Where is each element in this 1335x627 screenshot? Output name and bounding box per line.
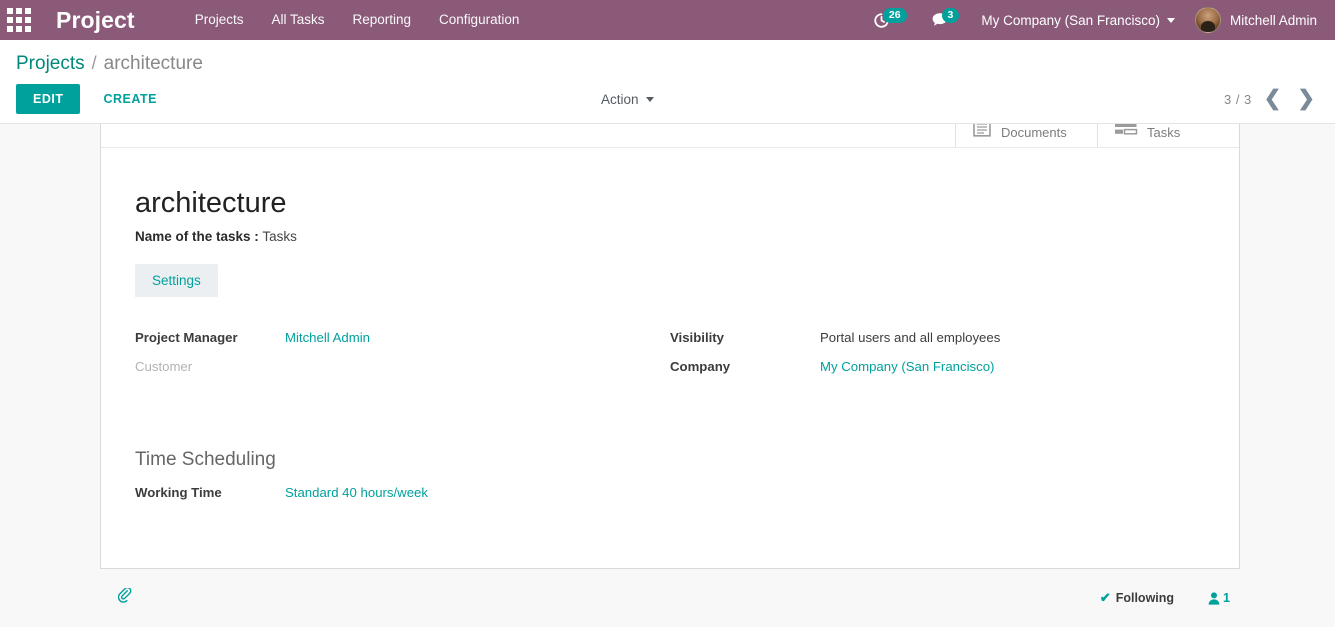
breadcrumb-item-projects[interactable]: Projects xyxy=(16,53,85,75)
stat-button-row: 0 Documents 0 Tasks xyxy=(101,124,1239,148)
chevron-down-icon xyxy=(1166,17,1175,23)
field-group-scheduling: Working Time Standard 40 hours/week xyxy=(135,483,1205,503)
field-group: Project Manager Mitchell Admin Visibilit… xyxy=(135,328,1205,377)
control-panel: Projects / architecture EDIT CREATE Acti… xyxy=(0,40,1335,124)
followers-button[interactable]: 1 xyxy=(1208,591,1230,605)
chevron-left-icon[interactable]: ❮ xyxy=(1260,88,1286,109)
menu-item-configuration[interactable]: Configuration xyxy=(425,0,533,40)
user-icon xyxy=(1208,591,1220,605)
stat-button-documents-text: 0 Documents xyxy=(1001,124,1067,140)
task-name-value: Tasks xyxy=(262,229,297,244)
followers-count: 1 xyxy=(1223,591,1230,605)
messaging-menu-button[interactable]: 3 xyxy=(919,0,972,40)
field-value-project-manager[interactable]: Mitchell Admin xyxy=(285,328,670,348)
activity-count-badge: 26 xyxy=(882,7,907,23)
section-title-time-scheduling: Time Scheduling xyxy=(135,449,276,470)
form-sheet-body: architecture Name of the tasks : Tasks S… xyxy=(101,148,1239,568)
paperclip-icon[interactable] xyxy=(117,586,132,608)
form-view: 0 Documents 0 Tasks architectur xyxy=(0,124,1335,621)
company-switcher-label: My Company (San Francisco) xyxy=(981,12,1160,28)
company-switcher[interactable]: My Company (San Francisco) xyxy=(971,0,1185,40)
stat-button-tasks[interactable]: 0 Tasks xyxy=(1097,124,1239,147)
following-toggle[interactable]: ✔ Following xyxy=(1100,590,1174,606)
chatter-topbar: ✔ Following 1 xyxy=(100,582,1240,608)
page-title: architecture xyxy=(135,187,287,219)
chevron-right-icon[interactable]: ❯ xyxy=(1293,88,1319,109)
pager: 3 / 3 ❮ ❯ xyxy=(1223,88,1319,109)
field-value-working-time[interactable]: Standard 40 hours/week xyxy=(285,483,1205,503)
tasks-list-icon xyxy=(1115,124,1138,135)
main-menu: Projects All Tasks Reporting Configurati… xyxy=(181,0,534,40)
edit-button[interactable]: EDIT xyxy=(16,84,81,114)
action-menu[interactable]: Action xyxy=(601,92,654,107)
apps-menu-button[interactable] xyxy=(0,0,38,40)
field-label-customer: Customer xyxy=(135,359,193,374)
field-value-company[interactable]: My Company (San Francisco) xyxy=(820,357,1205,377)
chatter-followers-area: ✔ Following 1 xyxy=(1100,590,1230,606)
stat-button-documents[interactable]: 0 Documents xyxy=(955,124,1097,147)
action-menu-label: Action xyxy=(601,91,639,107)
task-name-label: Name of the tasks : xyxy=(135,229,259,244)
pager-value: 3 / 3 xyxy=(1223,91,1252,107)
user-menu-label: Mitchell Admin xyxy=(1229,12,1317,28)
field-label-company: Company xyxy=(670,359,731,374)
tab-settings[interactable]: Settings xyxy=(135,264,218,297)
field-label-project-manager: Project Manager xyxy=(135,330,238,345)
field-value-customer[interactable] xyxy=(285,357,670,377)
stat-documents-label: Documents xyxy=(1001,124,1067,140)
breadcrumb: Projects / architecture xyxy=(16,40,1319,75)
user-menu[interactable]: Mitchell Admin xyxy=(1185,0,1327,40)
field-label-working-time: Working Time xyxy=(135,485,222,500)
breadcrumb-item-current: architecture xyxy=(103,53,203,74)
activity-menu-button[interactable]: 26 xyxy=(861,0,919,40)
chevron-down-icon xyxy=(645,96,654,102)
field-value-visibility: Portal users and all employees xyxy=(820,330,1001,345)
document-file-icon xyxy=(973,124,991,137)
create-button[interactable]: CREATE xyxy=(88,84,171,114)
check-icon: ✔ xyxy=(1099,590,1111,605)
avatar xyxy=(1194,7,1221,33)
form-sheet: 0 Documents 0 Tasks architectur xyxy=(100,124,1240,569)
control-panel-buttons: EDIT CREATE Action 3 / 3 ❮ ❯ xyxy=(16,75,1319,123)
breadcrumb-separator: / xyxy=(91,53,97,73)
following-label: Following xyxy=(1115,591,1175,605)
menu-item-reporting[interactable]: Reporting xyxy=(339,0,426,40)
app-brand-title[interactable]: Project xyxy=(56,0,135,40)
messages-count-badge: 3 xyxy=(941,7,960,23)
stat-button-tasks-text: 0 Tasks xyxy=(1147,124,1180,140)
apps-grid-icon xyxy=(7,8,31,32)
systray: 26 3 My Company (San Francisco) Mitchell… xyxy=(861,0,1335,40)
top-navbar: Project Projects All Tasks Reporting Con… xyxy=(0,0,1335,40)
menu-item-all-tasks[interactable]: All Tasks xyxy=(257,0,338,40)
field-label-visibility: Visibility xyxy=(670,330,724,345)
task-name-row: Name of the tasks : Tasks xyxy=(135,229,1205,244)
stat-tasks-label: Tasks xyxy=(1147,124,1181,140)
menu-item-projects[interactable]: Projects xyxy=(181,0,258,40)
